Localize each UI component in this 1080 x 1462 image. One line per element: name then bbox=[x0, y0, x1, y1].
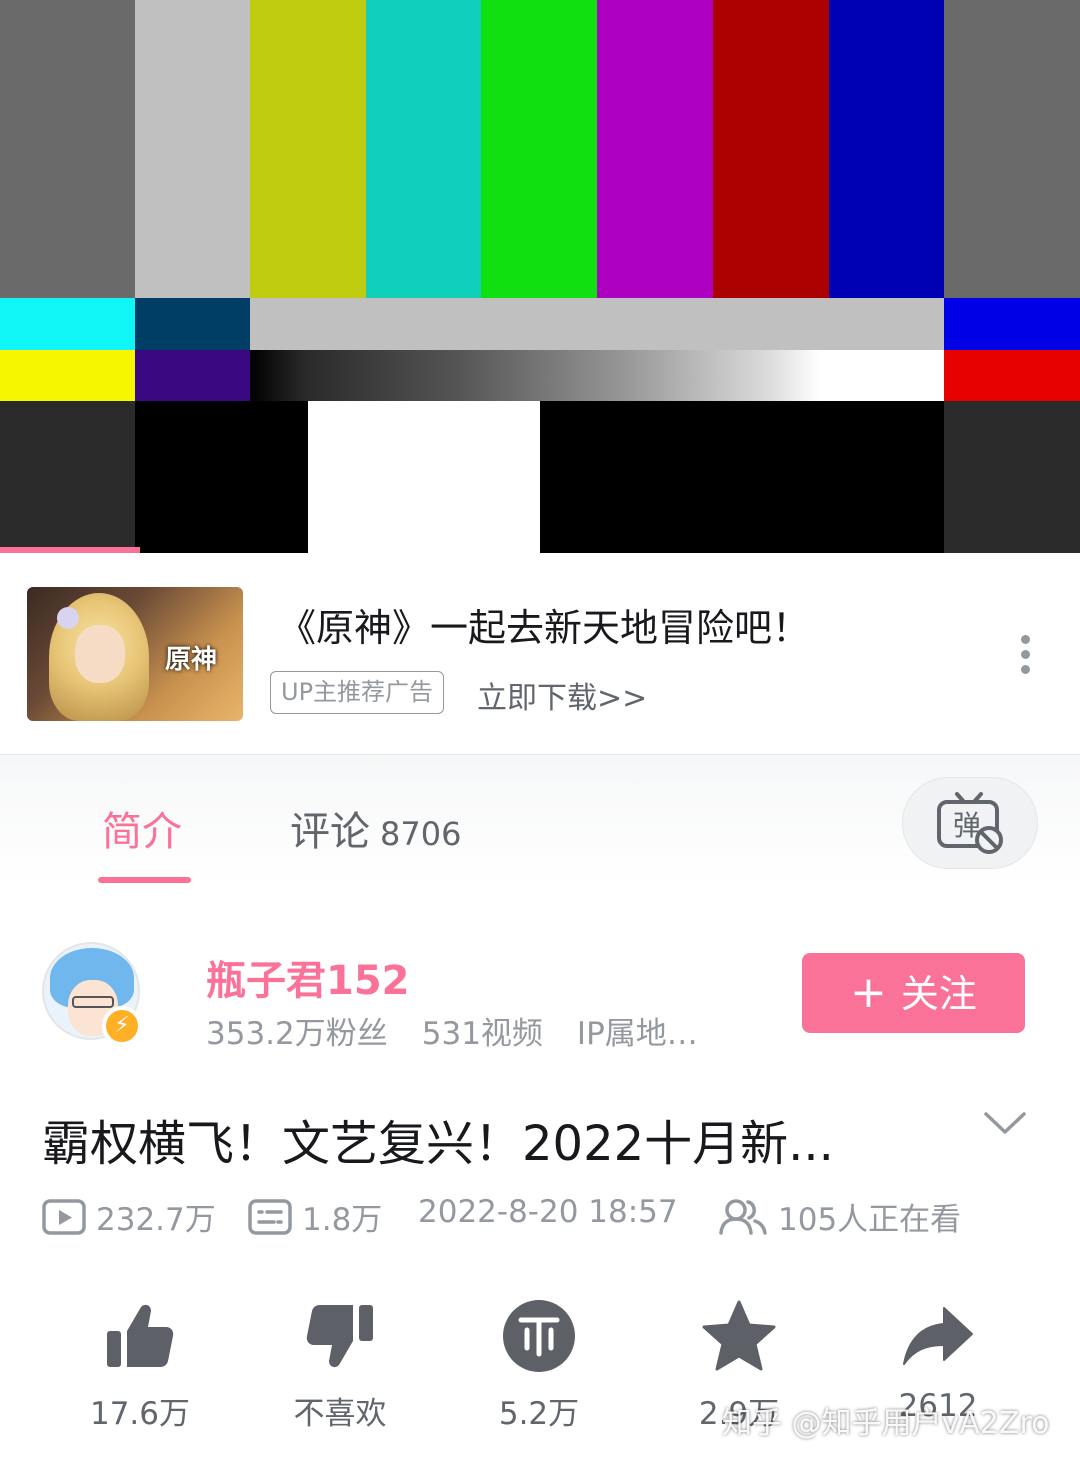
tab-comments-count: 8706 bbox=[380, 815, 462, 853]
watching-count: 105人正在看 bbox=[778, 1202, 962, 1238]
chevron-down-icon[interactable] bbox=[982, 1110, 1028, 1142]
dislike-button[interactable]: 不喜欢 bbox=[270, 1298, 410, 1433]
follow-label: 关注 bbox=[900, 972, 977, 1016]
ad-title[interactable]: 《原神》一起去新天地冒险吧！ bbox=[278, 597, 810, 652]
uploader-meta: 353.2万粉丝 531视频 IP属地… bbox=[206, 1008, 732, 1053]
danmaku-toggle-button[interactable]: 弹 bbox=[902, 777, 1038, 869]
test-pattern-row2 bbox=[0, 298, 1080, 350]
video-title: 霸权横飞！文艺复兴！2022十月新... bbox=[42, 1116, 834, 1172]
watching-people-icon bbox=[719, 1198, 767, 1235]
dislike-label: 不喜欢 bbox=[293, 1396, 387, 1432]
danmaku-off-icon: 弹 bbox=[937, 792, 1003, 854]
publish-date-text: 2022-8-20 18:57 bbox=[418, 1194, 678, 1230]
thumbs-up-icon bbox=[107, 1304, 174, 1367]
danmaku-stat: 1.8万 bbox=[248, 1194, 382, 1239]
ad-banner[interactable]: 原神 《原神》一起去新天地冒险吧！ UP主推荐广告 立即下载>> bbox=[0, 553, 1080, 754]
danmaku-count-icon bbox=[248, 1198, 292, 1235]
tab-comments-label: 评论 bbox=[290, 809, 370, 855]
active-tab-indicator bbox=[98, 877, 191, 883]
ad-tag: UP主推荐广告 bbox=[270, 671, 445, 714]
thumbs-down-icon bbox=[306, 1305, 373, 1368]
ad-thumbnail-logo: 原神 bbox=[165, 645, 218, 675]
coin-count: 5.2万 bbox=[498, 1396, 580, 1432]
test-pattern-row3 bbox=[0, 350, 1080, 401]
like-button[interactable]: 17.6万 bbox=[70, 1298, 210, 1433]
tab-intro[interactable]: 简介 bbox=[102, 799, 182, 857]
danmaku-count: 1.8万 bbox=[302, 1202, 383, 1238]
views-count: 232.7万 bbox=[96, 1202, 216, 1238]
test-pattern-top-bars bbox=[0, 0, 1080, 298]
publish-date: 2022-8-20 18:57 bbox=[418, 1194, 678, 1230]
ad-download-link[interactable]: 立即下载>> bbox=[477, 673, 647, 717]
test-pattern-row4 bbox=[0, 401, 1080, 553]
more-vertical-icon[interactable] bbox=[1012, 633, 1040, 677]
content-tabs: 简介 评论 8706 弹 bbox=[0, 754, 1080, 884]
uploader-ip: IP属地… bbox=[576, 1016, 698, 1052]
ad-thumbnail[interactable]: 原神 bbox=[27, 587, 243, 721]
star-icon bbox=[702, 1300, 776, 1371]
tab-comments[interactable]: 评论 8706 bbox=[290, 799, 461, 857]
uploader-videos: 531视频 bbox=[421, 1016, 543, 1052]
zhihu-watermark: 知乎 @知乎用户vA2Zro bbox=[722, 1406, 1050, 1441]
uploader-name[interactable]: 瓶子君152 bbox=[206, 948, 410, 1006]
views-stat: 232.7万 bbox=[42, 1194, 216, 1239]
plus-icon: + bbox=[850, 967, 887, 1018]
like-count: 17.6万 bbox=[89, 1396, 191, 1432]
video-player[interactable] bbox=[0, 0, 1080, 553]
watching-stat: 105人正在看 bbox=[718, 1194, 961, 1239]
coin-icon bbox=[503, 1300, 575, 1372]
follow-button[interactable]: + 关注 bbox=[802, 953, 1025, 1033]
coin-button[interactable]: 5.2万 bbox=[469, 1298, 609, 1433]
play-count-icon bbox=[42, 1198, 86, 1235]
verified-lightning-icon: ⚡ bbox=[102, 1006, 142, 1046]
uploader-fans: 353.2万粉丝 bbox=[206, 1016, 388, 1052]
share-arrow-icon bbox=[903, 1307, 973, 1365]
